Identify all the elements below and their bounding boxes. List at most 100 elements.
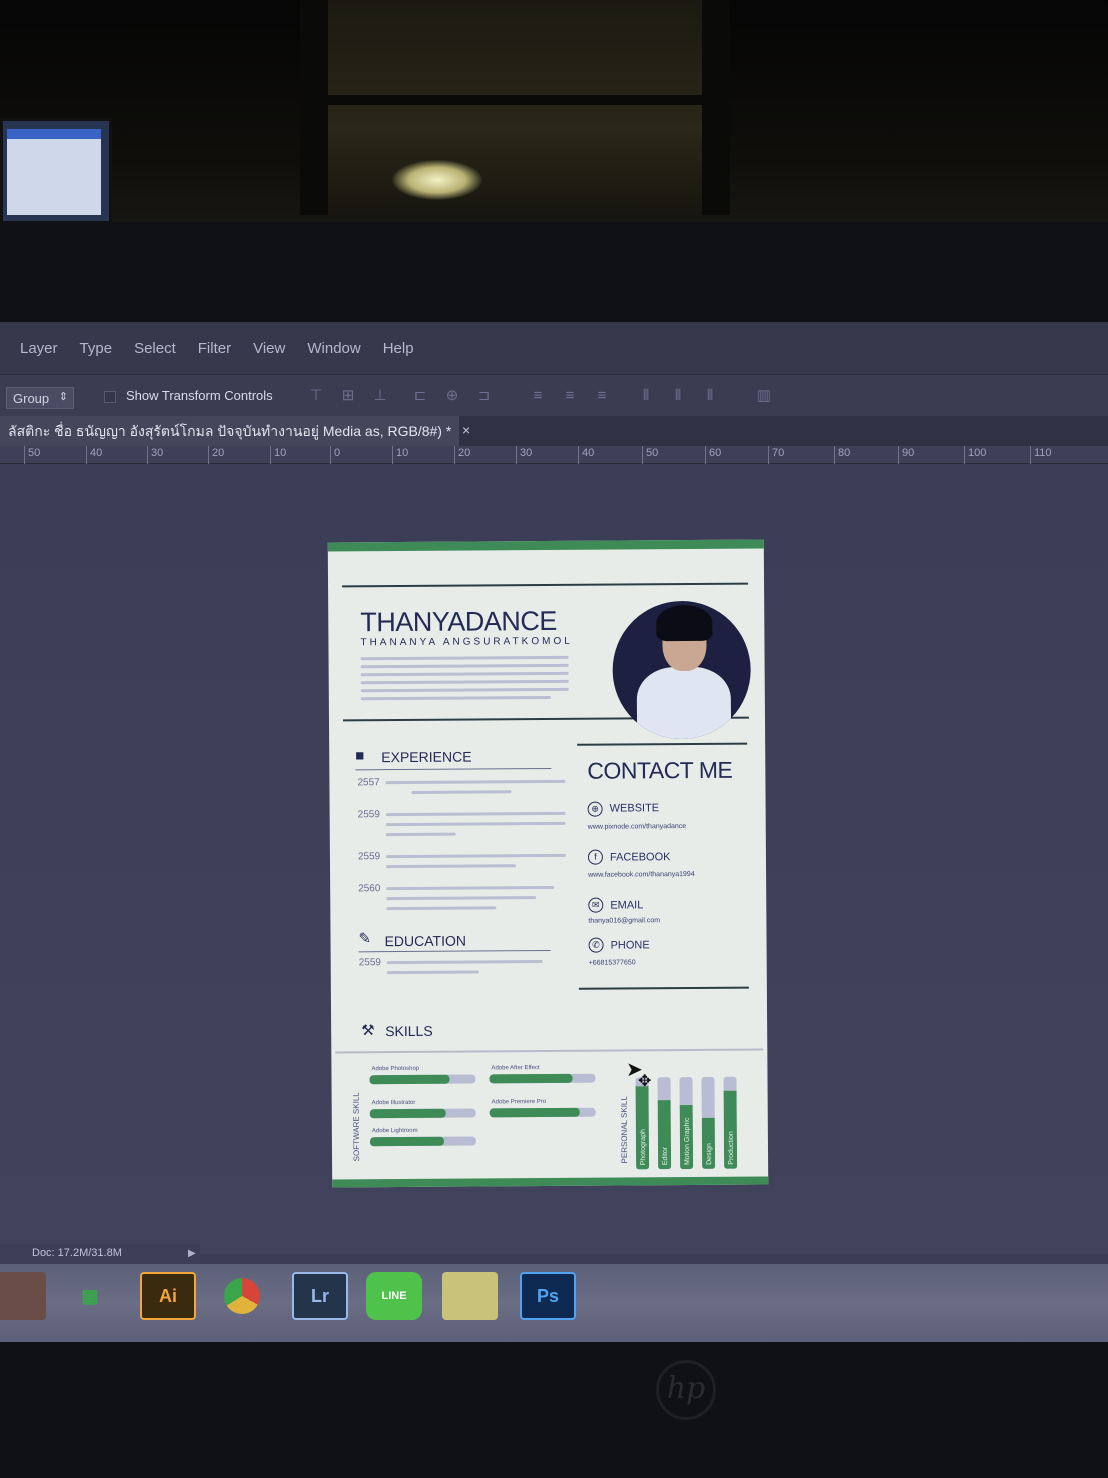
intro-text-line	[360, 679, 569, 685]
email-label: EMAIL	[610, 899, 644, 912]
taskbar-photoshop-icon[interactable]: Ps	[520, 1272, 576, 1320]
taskbar-explorer-icon[interactable]	[442, 1272, 498, 1320]
distribute-left-icon[interactable]: ⫴	[636, 386, 656, 406]
education-title: EDUCATION	[384, 932, 467, 950]
resume-name: THANYADANCE	[360, 605, 557, 638]
canvas-area[interactable]: THANYADANCE THANANYA ANGSURATKOMOL ■ EXP…	[0, 464, 1108, 1254]
profile-photo	[612, 600, 752, 740]
software-skill-bar	[489, 1107, 596, 1118]
close-tab-icon[interactable]: ×	[462, 422, 470, 438]
photoshop-glyph: Ps	[536, 1285, 560, 1306]
personal-skill-bar: Motion Graphic	[679, 1076, 694, 1170]
software-skill-bar-fill	[369, 1108, 447, 1119]
intro-text-line	[360, 655, 569, 661]
illustrator-glyph: Ai	[159, 1285, 177, 1306]
taskbar-firefox-icon[interactable]	[0, 1272, 46, 1320]
menu-filter[interactable]: Filter	[198, 340, 231, 357]
experience-text-line	[386, 885, 555, 891]
distribute-top-icon[interactable]: ≡	[528, 386, 548, 406]
menu-layer[interactable]: Layer	[20, 340, 58, 357]
window-crossbar	[300, 95, 730, 105]
menu-select[interactable]: Select	[134, 340, 176, 357]
taskbar-lightroom-icon[interactable]: Lr	[292, 1272, 348, 1320]
experience-text-line	[385, 821, 566, 827]
move-cursor-icon: ✥	[638, 1073, 652, 1090]
doc-size: Doc: 17.2M/31.8M	[32, 1247, 122, 1259]
software-skill-name: Adobe Lightroom	[371, 1127, 418, 1135]
experience-text-line	[386, 864, 517, 869]
personal-skill-bar: Design	[701, 1076, 716, 1169]
document-tab[interactable]: ลัสติกะ ชื่อ ธนัญญา อังสุรัตน์โกมล ปัจจุ…	[0, 416, 460, 446]
experience-year: 2560	[358, 883, 381, 895]
facebook-label: FACEBOOK	[609, 851, 671, 864]
personal-skill-name: Design	[705, 1143, 714, 1165]
ruler-label: 100	[964, 446, 986, 464]
experience-divider	[355, 767, 552, 771]
taskbar-store-icon[interactable]: ▦	[62, 1272, 118, 1320]
software-skill-bar-fill	[369, 1074, 450, 1085]
ruler-label: 40	[578, 446, 594, 464]
taskbar-illustrator-icon[interactable]: Ai	[140, 1272, 196, 1320]
background-room	[0, 0, 1108, 230]
intro-text-line	[360, 687, 569, 693]
show-transform-label: Show Transform Controls	[126, 388, 273, 403]
monitor-screen: Layer Type Select Filter View Window Hel…	[0, 322, 1108, 1342]
experience-year: 2559	[357, 851, 381, 863]
phone-icon: ✆	[588, 937, 604, 953]
hp-logo: hp	[656, 1360, 716, 1420]
menu-view[interactable]: View	[253, 340, 285, 357]
website-label: WEBSITE	[609, 802, 660, 815]
ruler-label: 20	[208, 446, 224, 464]
ruler-label: 60	[705, 446, 721, 464]
intro-text-line	[360, 671, 569, 677]
personal-skill-bar: Production	[723, 1076, 738, 1169]
align-horizontal-center-icon[interactable]: ⊕	[442, 386, 462, 406]
experience-text-line	[411, 790, 512, 794]
status-menu-arrow-icon[interactable]: ▶	[188, 1248, 196, 1259]
align-top-icon[interactable]: ⊤	[306, 386, 326, 406]
distribute-right-icon[interactable]: ⫴	[700, 386, 720, 406]
background-window	[300, 0, 730, 215]
distribute-bottom-icon[interactable]: ≡	[592, 386, 612, 406]
personal-skill-name: Production	[727, 1131, 736, 1165]
pencil-icon: ✎	[358, 930, 372, 948]
taskbar-chrome-icon[interactable]	[214, 1272, 270, 1320]
line-glyph: LINE	[381, 1290, 407, 1302]
ruler-label: 90	[898, 446, 914, 464]
menu-type[interactable]: Type	[80, 340, 113, 357]
distribute-hcenter-icon[interactable]: ⫴	[668, 386, 688, 406]
personal-skill-name: Editor	[661, 1146, 670, 1166]
software-skill-bar-fill	[489, 1107, 580, 1118]
lightroom-glyph: Lr	[311, 1285, 329, 1306]
email-icon: ✉	[588, 897, 604, 913]
secondary-monitor	[0, 118, 112, 224]
experience-text-line	[385, 779, 566, 785]
resume-document[interactable]: THANYADANCE THANANYA ANGSURATKOMOL ■ EXP…	[327, 539, 769, 1188]
experience-text-line	[386, 896, 537, 901]
menu-help[interactable]: Help	[383, 340, 414, 357]
menu-window[interactable]: Window	[307, 340, 360, 357]
dropdown-arrow-icon: ⇕	[58, 391, 68, 403]
ruler-label: 30	[516, 446, 532, 464]
software-skill-bar-fill	[369, 1136, 445, 1147]
show-transform-checkbox[interactable]	[104, 391, 116, 403]
experience-year: 2557	[357, 777, 380, 789]
software-skill-bar-fill	[489, 1073, 573, 1084]
options-bar: Group ⇕ Show Transform Controls ⊤ ⊞ ⊥ ⊏ …	[0, 374, 1108, 416]
personal-skill-bar: Editor	[657, 1077, 672, 1170]
auto-select-value: Group	[13, 391, 50, 406]
skills-title: SKILLS	[385, 1022, 433, 1040]
distribute-center-icon[interactable]: ≡	[560, 386, 580, 406]
experience-title: EXPERIENCE	[381, 748, 472, 766]
auto-align-icon[interactable]: ▥	[754, 386, 774, 406]
auto-select-dropdown[interactable]: Group ⇕	[6, 387, 74, 409]
align-left-icon[interactable]: ⊏	[410, 386, 430, 406]
taskbar-line-icon[interactable]: LINE	[366, 1272, 422, 1320]
align-bottom-icon[interactable]: ⊥	[370, 386, 390, 406]
align-vertical-center-icon[interactable]: ⊞	[338, 386, 358, 406]
globe-icon: ⊕	[587, 801, 603, 817]
software-skill-name: Adobe Illustrator	[371, 1099, 416, 1107]
align-right-icon[interactable]: ⊐	[474, 386, 494, 406]
facebook-value: www.facebook.com/thananya1994	[588, 870, 695, 879]
status-bar: Doc: 17.2M/31.8M ▶	[0, 1244, 200, 1264]
